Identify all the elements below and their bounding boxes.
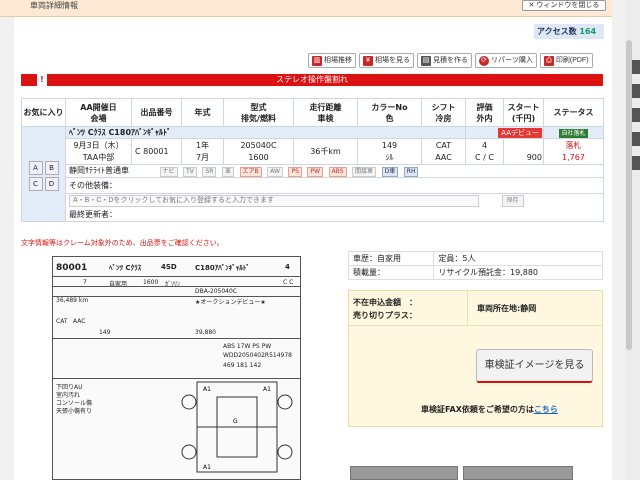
option-chip: エアB	[239, 167, 262, 177]
memo-row: 保存 最終更新者：	[22, 193, 604, 222]
col-lot: 出品番号	[131, 98, 182, 127]
last-updater: 最終更新者：	[69, 210, 117, 220]
car-name-row: AB CD ﾍﾞﾝﾂ Cｸﾗｽ C180ｱﾊﾞﾝｷﾞｬﾙﾄﾞ AAデビュー 自社…	[21, 126, 604, 222]
alert-text: ステレオ操作盤割れ	[276, 75, 348, 84]
option-chip: SR	[202, 167, 217, 177]
car-history: 車歴：自家用	[347, 251, 435, 266]
claim-notice: 文字情報等はクレーム対象外のため、出品票をご確認ください。	[21, 239, 224, 247]
window-title: 車両詳細情報	[30, 1, 78, 10]
col-shift: シフト 冷房	[421, 98, 466, 127]
col-year: 年式	[181, 98, 224, 127]
recycle-value: 19,880	[510, 268, 539, 277]
car-data-row: 9月3日（木） TAA中部 C 80001 1年 7月 205040C 1600 36…	[22, 138, 604, 165]
parts-purchase-button[interactable]: ⟳ リパーツ購入	[475, 53, 537, 68]
svg-text:A1: A1	[203, 386, 211, 393]
absentee-bid-label: 不在申込金額 ：	[353, 298, 417, 307]
option-chip: 間接車	[352, 167, 377, 177]
vehicle-info-table: 車歴：自家用 定員：5人 積載量： リサイクル預託金：19,880	[347, 251, 603, 280]
load-capacity: 積載量：	[347, 265, 435, 280]
col-color: カラーNo 色	[357, 98, 422, 127]
calc-icon: ▤	[421, 55, 431, 66]
fav-b-button[interactable]: B	[44, 161, 59, 175]
col-grade: 評価 外内	[465, 98, 504, 127]
sellout-plus-label: 売り切りプラス：	[353, 311, 417, 320]
lot-number: C 80001	[131, 138, 182, 165]
option-chip: AW	[267, 167, 283, 177]
col-model: 型式 排気/燃料	[223, 98, 294, 127]
option-chip: PS	[288, 167, 302, 177]
option-chip: ナビ	[159, 167, 178, 177]
car-diagram-icon: A1 A1 G A1	[181, 381, 293, 473]
option-chip: ABS	[328, 167, 347, 177]
window-header: 車両詳細情報 ✕ ウィンドウを閉じる	[0, 0, 612, 17]
fav-c-button[interactable]: C	[28, 177, 43, 191]
alert-bar: ! ステレオ操作盤割れ	[21, 74, 603, 86]
mileage-value: 36千km	[293, 138, 358, 165]
close-window-button[interactable]: ✕ ウィンドウを閉じる	[522, 0, 606, 11]
memo-save-button[interactable]: 保存	[501, 195, 524, 208]
close-icon: ✕	[528, 2, 535, 9]
toolbar: ▥ 相場推移 ¥ 相場を見る ▤ 見積を作る ⟳ リパーツ購入 ⎙ 印刷(PDF)	[308, 53, 593, 68]
svg-text:A1: A1	[263, 386, 271, 393]
region-label: 静岡ｻﾃﾗｲﾄ普通車	[69, 166, 129, 175]
status-text: 落札	[565, 140, 582, 150]
bid-panel: 不在申込金額 ： 売り切りプラス： 車両所在地:静岡 車検証イメージを見る 車検…	[348, 290, 603, 427]
photo-thumbnail[interactable]	[463, 466, 573, 480]
car-name: ﾍﾞﾝﾂ Cｸﾗｽ C180ｱﾊﾞﾝｷﾞｬﾙﾄﾞ	[65, 126, 466, 139]
print-pdf-button[interactable]: ⎙ 印刷(PDF)	[539, 53, 593, 68]
fax-request-link[interactable]: こちら	[534, 405, 558, 414]
option-chip: TV	[183, 167, 197, 177]
fav-d-button[interactable]: D	[44, 177, 59, 191]
status-badge: 自社落札	[559, 128, 588, 138]
table-header-row: お気に入り AA開催日 会場 出品番号 年式 型式 排気/燃料 走行距離 車検 カラー…	[21, 98, 604, 127]
access-count: 164	[579, 27, 597, 36]
other-equipment-row: その他装備：	[22, 177, 604, 194]
favorite-cell: AB CD	[21, 126, 66, 222]
estimate-button[interactable]: ▤ 見積を作る	[417, 53, 472, 68]
yen-icon: ¥	[363, 55, 373, 66]
parts-icon: ⟳	[479, 55, 489, 66]
vehicle-table: お気に入り AA開催日 会場 出品番号 年式 型式 排気/燃料 走行距離 車検 カラー…	[21, 98, 604, 222]
col-fav: お気に入り	[21, 98, 66, 127]
alert-icon: !	[37, 74, 47, 86]
market-price-button[interactable]: ¥ 相場を見る	[359, 53, 414, 68]
photo-thumbnail[interactable]	[350, 466, 458, 480]
printer-icon: ⎙	[543, 55, 554, 66]
fax-request: 車検証FAX依頼をご希望の方はこちら	[421, 405, 558, 414]
memo-input[interactable]	[69, 194, 479, 207]
view-registration-image-button[interactable]: 車検証イメージを見る	[476, 349, 593, 383]
capacity-value: 5人	[462, 254, 476, 263]
aa-debut-badge: AAデビュー	[498, 127, 542, 138]
option-chip: 革	[221, 167, 234, 177]
auction-sheet-image[interactable]: 80001 ﾍﾞﾝﾂ Cｸﾗｽ 4SD C180ｱﾊﾞﾝｷﾞｬﾙﾄﾞ 4 7 自…	[52, 256, 301, 480]
option-chip: PW	[307, 167, 324, 177]
option-chip: RH	[403, 167, 419, 177]
other-equipment: その他装備：	[65, 177, 604, 194]
access-counter: アクセス数 164	[534, 24, 604, 39]
option-chip: D車	[381, 167, 399, 177]
col-start: スタート (千円)	[503, 98, 544, 127]
fav-a-button[interactable]: A	[28, 161, 43, 175]
vehicle-location: 車両所在地:静岡	[477, 304, 537, 313]
svg-text:G: G	[233, 418, 238, 425]
col-status: ステータス	[543, 98, 604, 127]
sold-price: 1,767	[562, 152, 585, 162]
col-mileage: 走行距離 車検	[293, 98, 358, 127]
background-window-edge	[632, 60, 640, 180]
start-price: 900	[526, 152, 542, 162]
col-date: AA開催日 会場	[65, 98, 132, 127]
svg-text:A1: A1	[203, 464, 211, 471]
region-row: 静岡ｻﾃﾗｲﾄ普通車 ナビ TV SR 革 エアB AW PS PW ABS 間…	[22, 164, 604, 178]
chart-icon: ▥	[312, 55, 322, 66]
price-trend-button[interactable]: ▥ 相場推移	[308, 53, 356, 68]
